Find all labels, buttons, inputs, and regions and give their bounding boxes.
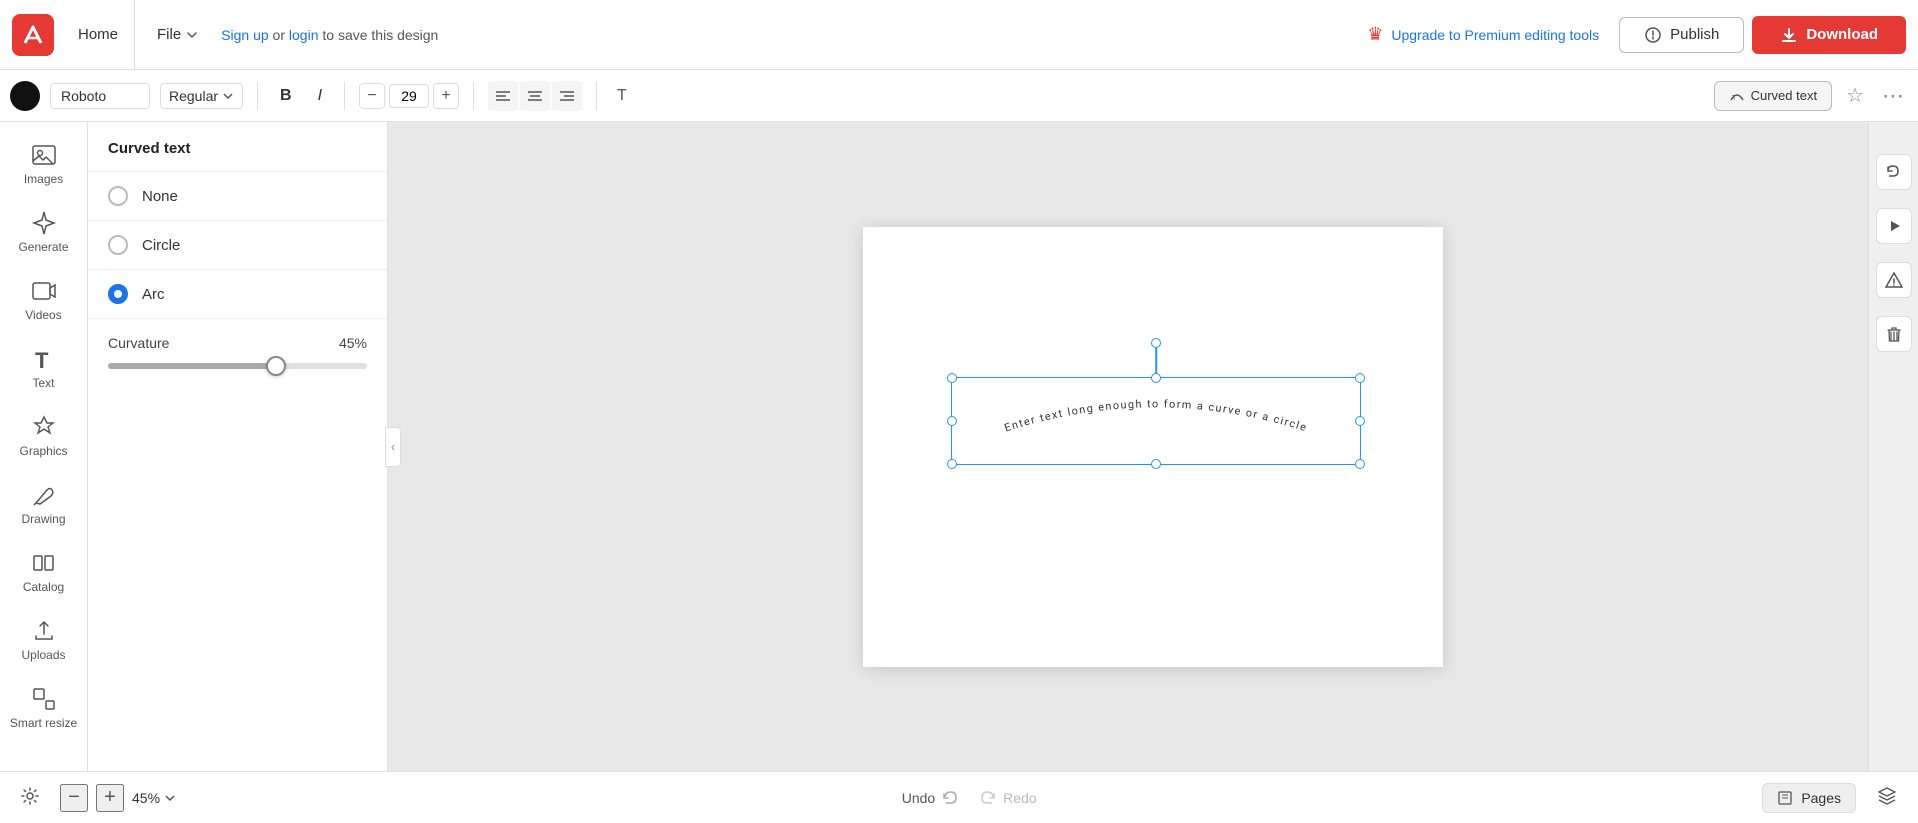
curved-text-svg: Enter text long enough to form a curve o… <box>952 378 1360 464</box>
zoom-value[interactable]: 45% <box>132 790 176 806</box>
main-area: Images Generate Videos T Text Graphics D… <box>0 122 1918 771</box>
sidebar-item-text[interactable]: T Text <box>4 336 84 400</box>
align-center-button[interactable] <box>520 81 550 111</box>
panel-title: Curved text <box>88 122 387 172</box>
text-align-controls <box>488 81 582 111</box>
panel-collapse-handle[interactable]: ‹ <box>385 427 401 467</box>
sidebar-item-drawing[interactable]: Drawing <box>4 472 84 536</box>
pages-button[interactable]: Pages <box>1762 783 1856 813</box>
text-format-button[interactable]: T <box>611 78 641 113</box>
font-style-selector[interactable]: Regular <box>160 83 243 109</box>
divider-3 <box>473 82 474 110</box>
slider-thumb[interactable] <box>266 356 286 376</box>
publish-button[interactable]: Publish <box>1619 17 1744 53</box>
undo-redo-controls: Undo Redo <box>894 789 1045 807</box>
home-nav[interactable]: Home <box>62 0 135 69</box>
upgrade-button[interactable]: ♛ Upgrade to Premium editing tools <box>1355 24 1611 45</box>
download-button[interactable]: Download <box>1752 16 1906 54</box>
curvature-value: 45% <box>339 335 367 351</box>
curvature-label: Curvature <box>108 335 169 351</box>
zoom-control: − + 45% <box>60 784 176 812</box>
sidebar-item-images[interactable]: Images <box>4 132 84 196</box>
bottom-bar: − + 45% Undo Redo Pages <box>0 771 1918 823</box>
bold-button[interactable]: B <box>272 83 300 109</box>
save-text: Sign up or login to save this design <box>221 27 438 43</box>
svg-text:T: T <box>1732 95 1737 102</box>
radio-arc[interactable] <box>108 284 128 304</box>
svg-text:T: T <box>617 87 627 104</box>
favorite-button[interactable]: ☆ <box>1842 79 1868 112</box>
text-element[interactable]: Enter text long enough to form a curve o… <box>951 377 1361 465</box>
option-none[interactable]: None <box>88 172 387 221</box>
slider-fill <box>108 363 276 369</box>
font-size-input[interactable] <box>389 84 429 108</box>
sidebar-item-graphics[interactable]: Graphics <box>4 404 84 468</box>
play-right-button[interactable] <box>1876 208 1912 244</box>
file-nav[interactable]: File <box>143 0 213 69</box>
align-left-button[interactable] <box>488 81 518 111</box>
curved-text-content: Enter text long enough to form a curve o… <box>1003 397 1309 434</box>
radio-none[interactable] <box>108 186 128 206</box>
zoom-out-button[interactable]: − <box>60 784 88 812</box>
font-size-control: − + <box>359 83 459 109</box>
font-family-selector[interactable]: Roboto <box>50 83 150 109</box>
undo-right-button[interactable] <box>1876 154 1912 190</box>
delete-right-button[interactable] <box>1876 316 1912 352</box>
app-logo[interactable] <box>12 14 54 56</box>
signup-link[interactable]: Sign up <box>221 27 268 43</box>
settings-button[interactable] <box>16 782 44 813</box>
divider-1 <box>257 82 258 110</box>
italic-button[interactable]: I <box>310 83 330 109</box>
canvas[interactable]: Enter text long enough to form a curve o… <box>863 227 1443 667</box>
right-toolbar <box>1868 122 1918 771</box>
curvature-slider[interactable] <box>108 363 367 369</box>
divider-2 <box>344 82 345 110</box>
svg-text:T: T <box>35 348 49 372</box>
curved-text-button[interactable]: T Curved text <box>1714 81 1832 111</box>
arc-control-handle[interactable] <box>1151 338 1161 348</box>
sidebar-item-generate[interactable]: Generate <box>4 200 84 264</box>
sidebar-item-smart-resize[interactable]: Smart resize <box>4 676 84 740</box>
text-toolbar: Roboto Regular B I − + T T Curved text ☆… <box>0 70 1918 122</box>
sidebar-item-catalog[interactable]: Catalog <box>4 540 84 604</box>
icon-sidebar: Images Generate Videos T Text Graphics D… <box>0 122 88 771</box>
sidebar-item-uploads[interactable]: Uploads <box>4 608 84 672</box>
top-bar: Home File Sign up or login to save this … <box>0 0 1918 70</box>
redo-button[interactable]: Redo <box>971 789 1044 807</box>
warning-right-button[interactable] <box>1876 262 1912 298</box>
align-right-button[interactable] <box>552 81 582 111</box>
canvas-area[interactable]: Enter text long enough to form a curve o… <box>388 122 1918 771</box>
svg-text:Enter text long enough to form: Enter text long enough to form a curve o… <box>1003 397 1309 434</box>
login-link[interactable]: login <box>289 27 319 43</box>
radio-circle[interactable] <box>108 235 128 255</box>
sidebar-item-videos[interactable]: Videos <box>4 268 84 332</box>
curved-text-panel: Curved text None Circle Arc Curvature 45… <box>88 122 388 771</box>
more-options-button[interactable]: ⋯ <box>1878 79 1908 113</box>
font-size-increase[interactable]: + <box>433 83 459 109</box>
divider-4 <box>596 82 597 110</box>
crown-icon: ♛ <box>1367 24 1383 45</box>
zoom-in-button[interactable]: + <box>96 784 124 812</box>
text-color-swatch[interactable] <box>10 81 40 111</box>
font-size-decrease[interactable]: − <box>359 83 385 109</box>
layers-button[interactable] <box>1872 781 1902 814</box>
option-circle[interactable]: Circle <box>88 221 387 270</box>
curvature-section: Curvature 45% <box>88 319 387 385</box>
undo-button[interactable]: Undo <box>894 789 967 807</box>
option-arc[interactable]: Arc <box>88 270 387 319</box>
